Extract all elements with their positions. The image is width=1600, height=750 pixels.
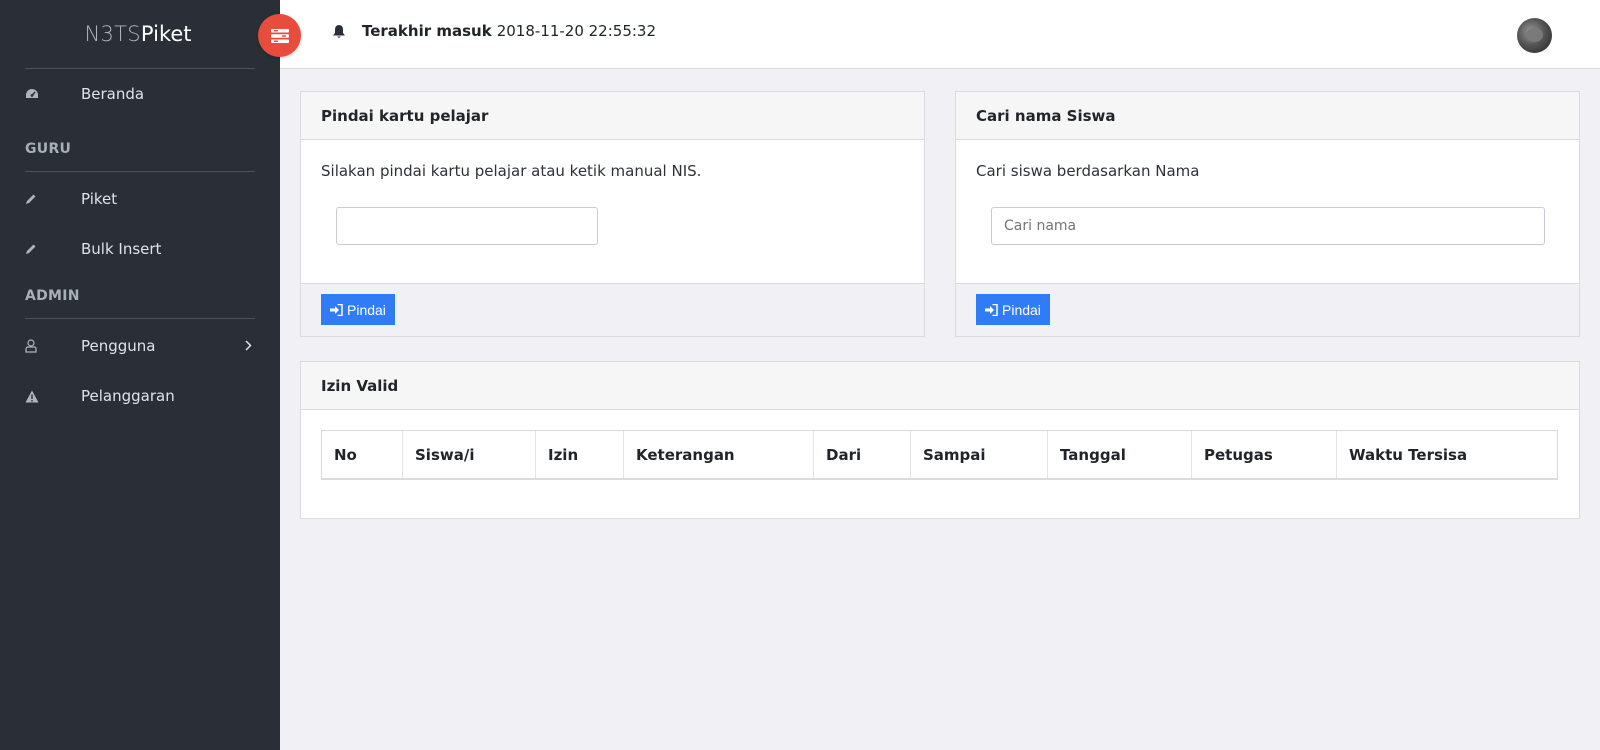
sidebar-item-beranda[interactable]: Beranda [0,69,280,119]
pencil-icon [25,193,81,205]
brand-part1: N3TS [84,22,141,46]
search-card-title: Cari nama Siswa [956,92,1579,140]
sidebar-item-label: Pelanggaran [81,387,175,405]
scan-card: Pindai kartu pelajar Silakan pindai kart… [300,91,925,337]
bell-icon[interactable] [332,24,346,39]
scan-card-footer: Pindai [301,283,924,336]
scan-button[interactable]: Pindai [321,294,395,325]
user-icon [25,339,81,353]
column-header-officer[interactable]: Petugas [1192,431,1337,479]
column-header-no[interactable]: No [322,431,403,479]
sidebar-toggle-button[interactable] [258,14,301,57]
last-login-label: Terakhir masuk [362,22,492,40]
column-header-description[interactable]: Keterangan [624,431,814,479]
nis-input[interactable] [336,207,598,245]
search-card: Cari nama Siswa Cari siswa berdasarkan N… [955,91,1580,337]
column-header-date[interactable]: Tanggal [1048,431,1192,479]
scan-card-description: Silakan pindai kartu pelajar atau ketik … [321,162,702,180]
brand-part2: Piket [140,22,192,46]
sidebar-item-bulk-insert[interactable]: Bulk Insert [0,224,280,274]
column-header-permit[interactable]: Izin [536,431,624,479]
search-button[interactable]: Pindai [976,294,1050,325]
sidebar-item-label: Piket [81,190,118,208]
sidebar-item-label: Beranda [81,85,145,103]
pencil-icon [25,243,81,255]
column-header-until[interactable]: Sampai [911,431,1048,479]
permits-table: No Siswa/i Izin Keterangan Dari Sampai T… [321,430,1558,480]
section-header-guru: GURU [25,141,72,157]
name-search-input[interactable] [991,207,1545,245]
column-header-from[interactable]: Dari [814,431,911,479]
chevron-right-icon [245,337,252,355]
scan-button-label: Pindai [347,301,386,318]
section-header-admin: ADMIN [25,288,80,304]
scan-card-title: Pindai kartu pelajar [301,92,924,140]
valid-permits-card: Izin Valid No Siswa/i Izin Keterangan Da… [300,361,1580,519]
sidebar-item-pengguna[interactable]: Pengguna [0,321,280,371]
brand-logo[interactable]: N3TS Piket [0,0,280,68]
warning-icon [25,390,81,403]
dashboard-icon [25,88,81,100]
column-header-time-remaining[interactable]: Waktu Tersisa [1337,431,1557,479]
sidebar-item-label: Pengguna [81,337,156,355]
search-card-footer: Pindai [956,283,1579,336]
search-card-description: Cari siswa berdasarkan Nama [976,162,1200,180]
sign-in-icon [330,303,343,316]
sign-in-icon [985,303,998,316]
sidebar-item-label: Bulk Insert [81,240,162,258]
table-divider [321,478,1558,480]
sidebar: N3TS Piket Beranda GURU Piket Bulk Insert… [0,0,280,750]
sidebar-item-piket[interactable]: Piket [0,174,280,224]
avatar[interactable] [1517,18,1552,53]
divider [25,318,255,319]
valid-permits-title: Izin Valid [301,362,1579,410]
search-button-label: Pindai [1002,301,1041,318]
sidebar-item-pelanggaran[interactable]: Pelanggaran [0,371,280,421]
last-login-value: 2018-11-20 22:55:32 [496,22,656,40]
divider [25,171,255,172]
column-header-student[interactable]: Siswa/i [403,431,536,479]
menu-icon [270,28,289,44]
top-header: Terakhir masuk 2018-11-20 22:55:32 [280,0,1600,69]
last-login-info: Terakhir masuk 2018-11-20 22:55:32 [332,22,656,40]
